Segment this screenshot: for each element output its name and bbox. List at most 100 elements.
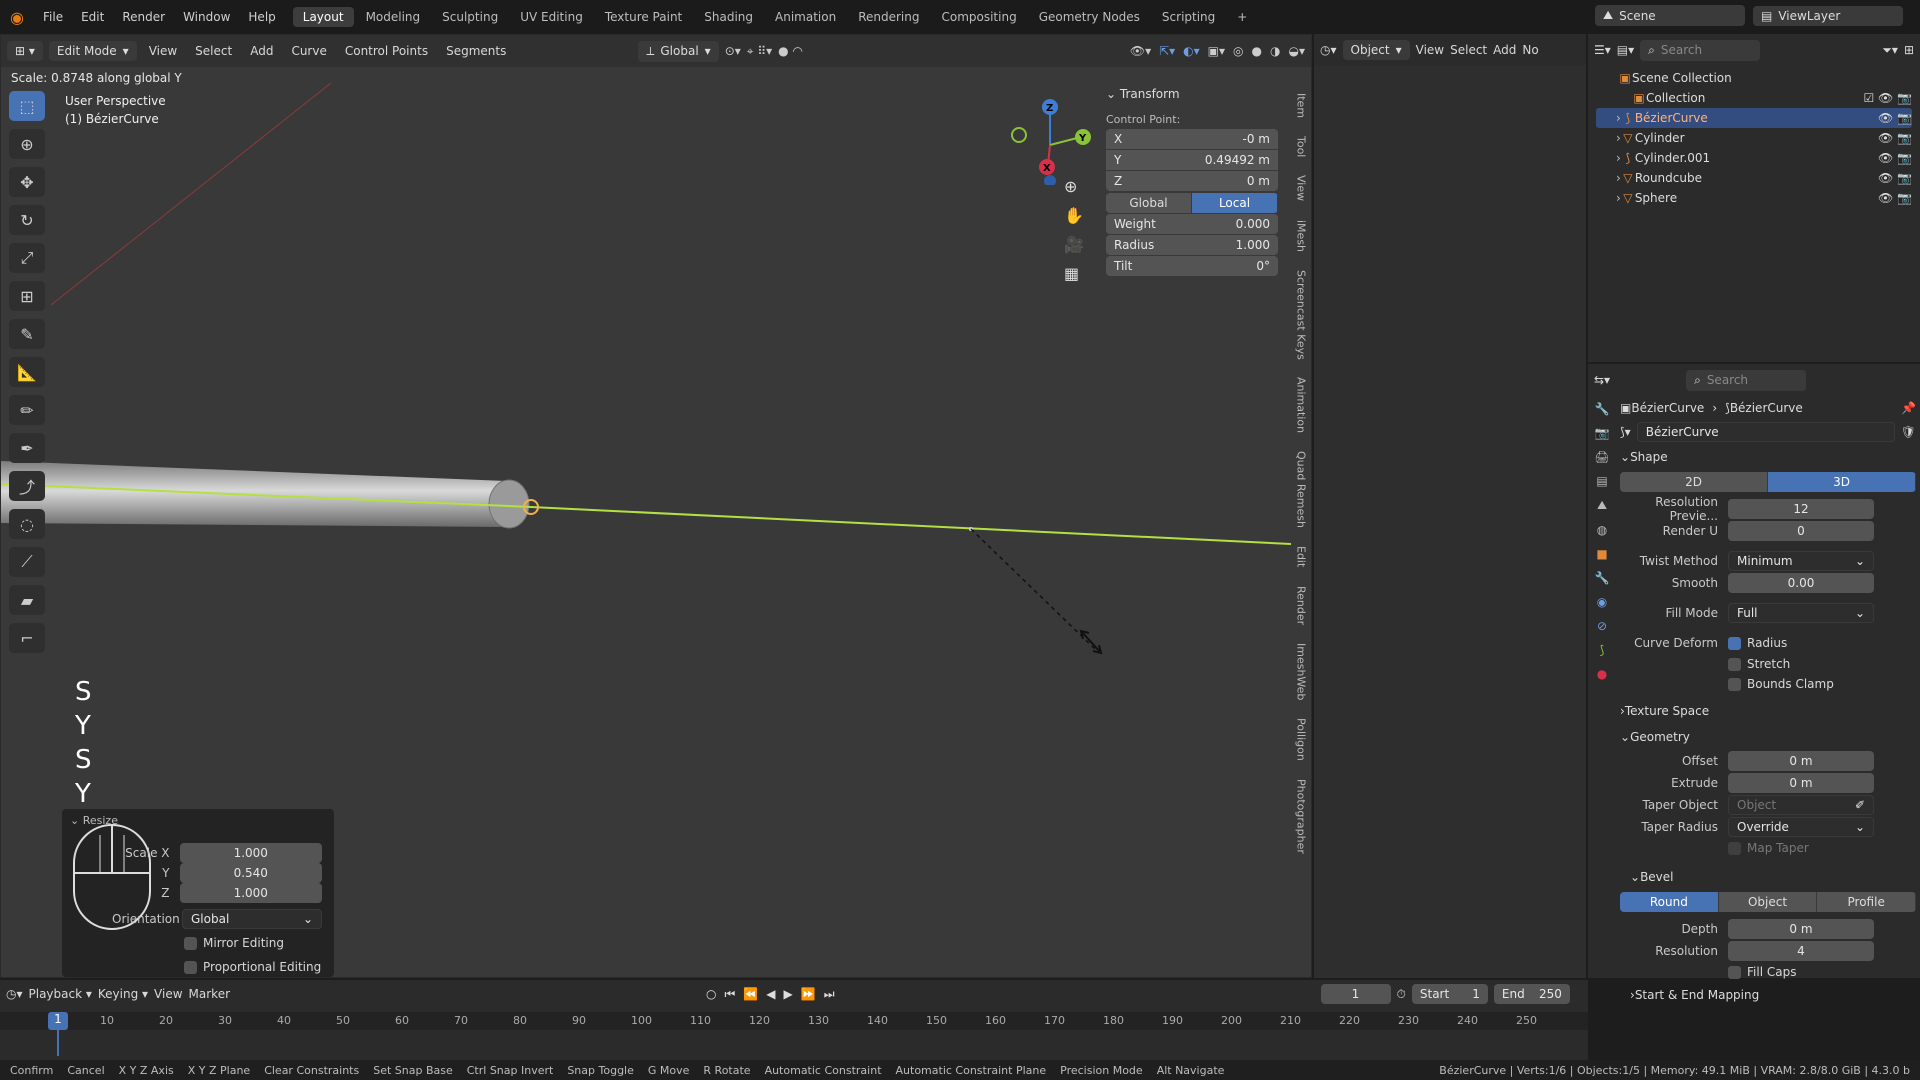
constraint-tab-icon[interactable]: ⊘: [1597, 619, 1607, 633]
eye-icon[interactable]: 👁 📷: [1878, 111, 1912, 125]
outliner-item-sphere[interactable]: › ▽ Sphere 👁 📷: [1596, 188, 1912, 208]
tab-sculpting[interactable]: Sculpting: [432, 7, 508, 27]
radius-field[interactable]: Radius 1.000: [1106, 235, 1278, 255]
pen-tool-icon[interactable]: ✒: [9, 433, 45, 463]
stretch-checkbox[interactable]: [1728, 657, 1741, 671]
display-mode-icon[interactable]: ▤▾: [1617, 43, 1634, 57]
tab-texture-paint[interactable]: Texture Paint: [595, 7, 692, 27]
outliner-item-cylinder[interactable]: › ▽ Cylinder 👁 📷: [1596, 128, 1912, 148]
depth-field[interactable]: 0 m: [1728, 919, 1874, 939]
2d-button[interactable]: 2D: [1620, 472, 1768, 492]
viewlayer-select[interactable]: ▤ ViewLayer: [1753, 5, 1903, 26]
outliner-item-roundcube[interactable]: › ▽ Roundcube 👁 📷: [1596, 168, 1912, 188]
secondary-menu-add[interactable]: Add: [1493, 43, 1516, 57]
clock-icon[interactable]: ⏱: [1397, 987, 1406, 1002]
tab-geometry-nodes[interactable]: Geometry Nodes: [1029, 7, 1150, 27]
eyedropper-icon[interactable]: ✐: [1855, 798, 1865, 812]
resize-orientation-dropdown[interactable]: Global ⌄: [182, 909, 322, 929]
checkbox-icon[interactable]: ☑ 👁 📷: [1863, 91, 1912, 105]
tab-uv-editing[interactable]: UV Editing: [510, 7, 593, 27]
secondary-editor[interactable]: ◷▾ Object ▾ View Select Add No: [1314, 34, 1586, 978]
measure-tool-icon[interactable]: 📐: [9, 357, 45, 387]
secondary-menu-more[interactable]: No: [1522, 43, 1538, 57]
end-frame-field[interactable]: End 250: [1493, 984, 1570, 1004]
camera-view-icon[interactable]: 🎥: [1064, 235, 1084, 254]
pan-hand-icon[interactable]: ✋: [1064, 206, 1084, 225]
scene-collection-row[interactable]: ▣ Scene Collection: [1596, 68, 1912, 88]
properties-search[interactable]: ⌕ Search: [1686, 369, 1807, 391]
sidebar-tab-tool[interactable]: Tool: [1295, 130, 1308, 163]
sidebar-tab-imesh[interactable]: iMesh: [1295, 214, 1308, 258]
extrude-field[interactable]: 0 m: [1728, 773, 1874, 793]
texture-space-section-header[interactable]: › Texture Space: [1620, 698, 1916, 724]
scale-tool-icon[interactable]: ⤢: [9, 243, 45, 273]
taper-radius-dropdown[interactable]: Override ⌄: [1728, 817, 1874, 837]
timeline[interactable]: ◷▾ Playback ▾ Keying ▾ View Marker ○ ⏮ ⏪…: [0, 980, 1588, 1060]
global-space-button[interactable]: Global: [1106, 193, 1192, 213]
eye-icon[interactable]: 👁 📷: [1878, 191, 1912, 205]
playhead[interactable]: 1: [48, 1012, 68, 1030]
sidebar-tab-screencast-keys[interactable]: Screencast Keys: [1295, 264, 1308, 366]
randomize-tool-icon[interactable]: ▰: [9, 585, 45, 615]
extra-tool-icon[interactable]: ⌐: [9, 623, 45, 653]
scale-y-field[interactable]: 0.540: [179, 863, 322, 883]
jump-start-icon[interactable]: ⏮: [725, 987, 736, 1002]
properties-editor-icon[interactable]: ⇆▾: [1594, 373, 1610, 387]
bevel-profile-button[interactable]: Profile: [1817, 892, 1916, 912]
curve-data-icon[interactable]: ⟆▾: [1620, 425, 1631, 439]
menu-render[interactable]: Render: [113, 10, 174, 24]
tab-animation[interactable]: Animation: [765, 7, 846, 27]
3d-button[interactable]: 3D: [1768, 472, 1916, 492]
bevel-round-button[interactable]: Round: [1620, 892, 1719, 912]
outliner-search[interactable]: ⌕ Search: [1640, 39, 1761, 61]
object-tab-icon[interactable]: ■: [1596, 547, 1607, 561]
tab-compositing[interactable]: Compositing: [931, 7, 1026, 27]
cp-x-field[interactable]: X -0 m: [1106, 129, 1278, 149]
sidebar-tab-quad-remesh[interactable]: Quad Remesh: [1295, 445, 1308, 534]
tab-layout[interactable]: Layout: [292, 7, 354, 27]
record-icon[interactable]: ○: [706, 987, 716, 1002]
taper-object-field[interactable]: Object ✐: [1728, 795, 1874, 815]
timeline-editor-icon[interactable]: ◷▾: [6, 987, 23, 1001]
scale-z-field[interactable]: 1.000: [179, 883, 322, 903]
menu-help[interactable]: Help: [239, 10, 284, 24]
sidebar-tab-animation[interactable]: Animation: [1295, 371, 1308, 439]
tab-modeling[interactable]: Modeling: [356, 7, 431, 27]
outliner-item-beziercurve[interactable]: › ⟆ BézierCurve 👁 📷: [1596, 108, 1912, 128]
cp-y-field[interactable]: Y 0.49492 m: [1106, 150, 1278, 170]
local-space-button[interactable]: Local: [1192, 193, 1278, 213]
filter-icon[interactable]: ⏷▾: [1882, 43, 1898, 58]
bevel-resolution-field[interactable]: 4: [1728, 941, 1874, 961]
cursor-tool-icon[interactable]: ⊕: [9, 129, 45, 159]
menu-file[interactable]: File: [34, 10, 72, 24]
rotate-tool-icon[interactable]: ↻: [9, 205, 45, 235]
scene-tab-icon[interactable]: ⛰: [1597, 498, 1607, 513]
material-tab-icon[interactable]: ●: [1597, 667, 1607, 681]
prev-key-icon[interactable]: ⏪: [743, 987, 758, 1002]
select-tool-icon[interactable]: ⬚: [9, 91, 45, 121]
grid-perspective-icon[interactable]: ▦: [1064, 264, 1084, 283]
tilt-tool-icon[interactable]: ⟋: [9, 547, 45, 577]
smooth-field[interactable]: 0.00: [1728, 573, 1874, 593]
fill-caps-checkbox[interactable]: [1728, 965, 1741, 979]
outliner-item-cylinder-001[interactable]: › ⟆ Cylinder.001 👁 📷: [1596, 148, 1912, 168]
map-taper-checkbox[interactable]: [1728, 841, 1741, 855]
eye-icon[interactable]: 👁 📷: [1878, 131, 1912, 145]
modifier-tab-icon[interactable]: 🔧: [1595, 571, 1610, 585]
tool-tab-icon[interactable]: 🔧: [1595, 402, 1610, 416]
sidebar-tab-photographer[interactable]: Photographer: [1295, 773, 1308, 860]
tilt-field[interactable]: Tilt 0°: [1106, 256, 1278, 276]
start-end-mapping-header[interactable]: › Start & End Mapping: [1620, 982, 1916, 1008]
bevel-object-button[interactable]: Object: [1718, 892, 1818, 912]
extrude-tool-icon[interactable]: ⤴: [9, 471, 45, 501]
outliner-editor-icon[interactable]: ☰▾: [1594, 43, 1611, 57]
3d-viewport[interactable]: ⊞ ▾ Edit Mode ▾ View Select Add Curve Con…: [0, 34, 1312, 978]
pin-icon[interactable]: 📌: [1901, 401, 1916, 415]
secondary-menu-view[interactable]: View: [1416, 43, 1444, 57]
playback-menu[interactable]: Playback ▾: [29, 987, 92, 1001]
annotate-tool-icon[interactable]: ✎: [9, 319, 45, 349]
marker-menu[interactable]: Marker: [189, 987, 230, 1001]
shape-section-header[interactable]: ⌄ Shape: [1620, 444, 1916, 470]
collection-row[interactable]: ▣ Collection ☑ 👁 📷: [1596, 88, 1912, 108]
tab-scripting[interactable]: Scripting: [1152, 7, 1225, 27]
